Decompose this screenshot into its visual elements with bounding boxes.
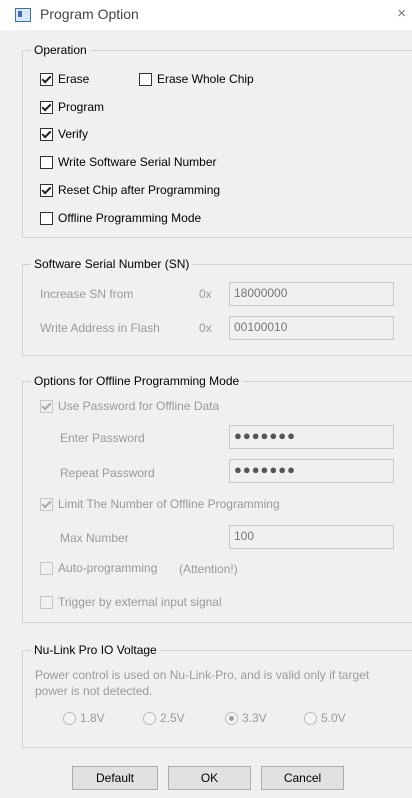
voltage-label-2-5v: 2.5V	[160, 711, 185, 725]
write-address-input[interactable]: 00100010	[229, 316, 394, 340]
use-password-checkbox[interactable]: Use Password for Offline Data	[40, 399, 219, 413]
max-number-input[interactable]: 100	[229, 525, 394, 549]
io-voltage-group: Nu-Link Pro IO Voltage	[22, 643, 412, 748]
voltage-radio-3-3v[interactable]	[225, 711, 238, 725]
reset-chip-label: Reset Chip after Programming	[58, 183, 221, 197]
serial-number-legend: Software Serial Number (SN)	[31, 257, 193, 271]
enter-password-label: Enter Password	[60, 431, 145, 445]
voltage-option-5-0v[interactable]: 5.0V	[304, 711, 346, 725]
verify-checkbox[interactable]: Verify	[40, 127, 88, 141]
offline-mode-checkbox[interactable]: Offline Programming Mode	[40, 211, 201, 225]
program-checkbox[interactable]: Program	[40, 100, 104, 114]
voltage-note-line1: Power control is used on Nu-Link-Pro, an…	[35, 668, 370, 682]
offline-mode-checkbox-box[interactable]	[40, 211, 53, 225]
write-serial-checkbox[interactable]: Write Software Serial Number	[40, 155, 217, 169]
auto-programming-label: Auto-programming	[58, 561, 158, 575]
limit-programming-checkbox[interactable]: Limit The Number of Offline Programming	[40, 497, 280, 511]
voltage-note-line2: power is not detected.	[35, 684, 153, 698]
increase-sn-label: Increase SN from	[40, 287, 134, 301]
title-bar: Program Option ×	[0, 0, 412, 30]
io-voltage-legend: Nu-Link Pro IO Voltage	[31, 643, 160, 657]
write-address-prefix: 0x	[199, 321, 212, 335]
window-title: Program Option	[40, 6, 139, 22]
serial-number-group: Software Serial Number (SN)	[22, 257, 412, 356]
voltage-label-3-3v: 3.3V	[242, 711, 267, 725]
trigger-signal-checkbox-box[interactable]	[40, 595, 53, 609]
erase-whole-chip-checkbox-box[interactable]	[139, 72, 152, 86]
attention-link[interactable]: (Attention!)	[179, 561, 238, 577]
increase-sn-prefix: 0x	[199, 287, 212, 301]
repeat-password-input[interactable]: ●●●●●●●	[229, 459, 394, 483]
voltage-option-2-5v[interactable]: 2.5V	[143, 711, 185, 725]
erase-checkbox[interactable]: Erase	[40, 72, 89, 86]
offline-mode-label: Offline Programming Mode	[58, 211, 202, 225]
voltage-radio-1-8v[interactable]	[63, 711, 76, 725]
voltage-radio-5-0v[interactable]	[304, 711, 317, 725]
enter-password-input[interactable]: ●●●●●●●	[229, 425, 394, 449]
reset-chip-checkbox[interactable]: Reset Chip after Programming	[40, 183, 220, 197]
trigger-signal-label: Trigger by external input signal	[58, 595, 222, 609]
voltage-label-5-0v: 5.0V	[321, 711, 346, 725]
erase-whole-chip-checkbox[interactable]: Erase Whole Chip	[139, 72, 254, 86]
cancel-button[interactable]: Cancel	[261, 766, 344, 790]
write-address-label: Write Address in Flash	[40, 321, 160, 335]
trigger-signal-checkbox[interactable]: Trigger by external input signal	[40, 595, 222, 609]
use-password-label: Use Password for Offline Data	[58, 399, 220, 413]
program-label: Program	[58, 100, 105, 114]
erase-whole-chip-label: Erase Whole Chip	[157, 72, 254, 86]
voltage-label-1-8v: 1.8V	[80, 711, 105, 725]
erase-label: Erase	[58, 72, 90, 86]
erase-checkbox-box[interactable]	[40, 72, 53, 86]
verify-label: Verify	[58, 127, 89, 141]
voltage-radio-2-5v[interactable]	[143, 711, 156, 725]
limit-programming-checkbox-box[interactable]	[40, 497, 53, 511]
program-option-window-icon	[15, 8, 31, 22]
limit-programming-label: Limit The Number of Offline Programming	[58, 497, 280, 511]
max-number-label: Max Number	[60, 531, 129, 545]
verify-checkbox-box[interactable]	[40, 127, 53, 141]
write-serial-checkbox-box[interactable]	[40, 155, 53, 169]
default-button[interactable]: Default	[72, 766, 158, 790]
program-option-dialog: Program Option × Operation Erase Erase W…	[0, 0, 412, 798]
auto-programming-checkbox[interactable]: Auto-programming	[40, 561, 157, 575]
voltage-option-3-3v[interactable]: 3.3V	[225, 711, 267, 725]
operation-legend: Operation	[31, 43, 90, 57]
voltage-option-1-8v[interactable]: 1.8V	[63, 711, 105, 725]
program-checkbox-box[interactable]	[40, 100, 53, 114]
close-icon[interactable]: ×	[397, 5, 406, 22]
auto-programming-checkbox-box[interactable]	[40, 561, 53, 575]
use-password-checkbox-box[interactable]	[40, 399, 53, 413]
increase-sn-input[interactable]: 18000000	[229, 282, 394, 306]
reset-chip-checkbox-box[interactable]	[40, 183, 53, 197]
offline-options-legend: Options for Offline Programming Mode	[31, 374, 243, 388]
ok-button[interactable]: OK	[168, 766, 251, 790]
write-serial-label: Write Software Serial Number	[58, 155, 217, 169]
repeat-password-label: Repeat Password	[60, 466, 155, 480]
